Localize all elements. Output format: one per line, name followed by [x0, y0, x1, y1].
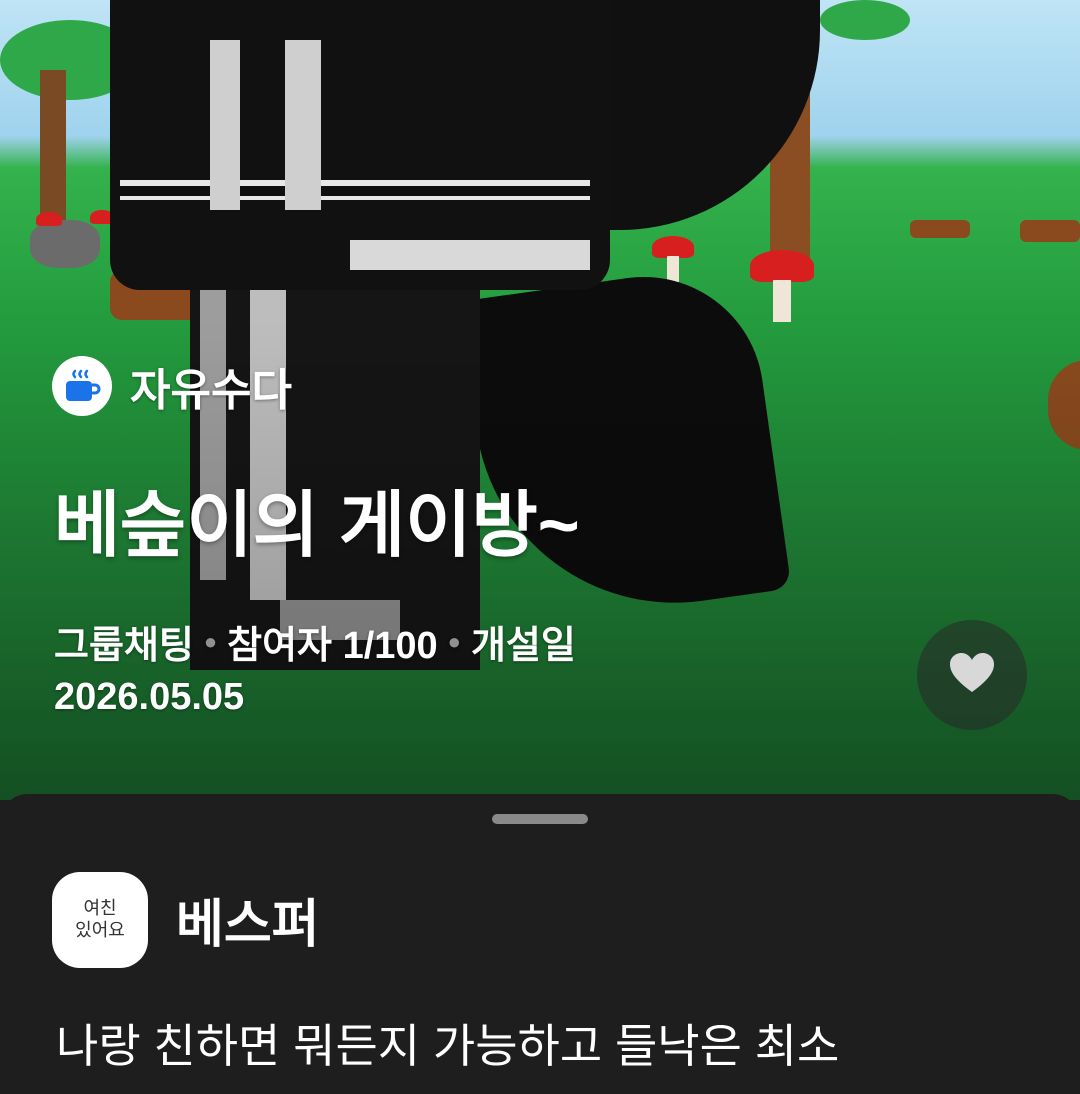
mushroom-cap [36, 212, 62, 226]
mushroom-stem [667, 256, 679, 282]
mushroom-cap [652, 236, 694, 258]
created-date: 2026.05.05 [54, 676, 245, 718]
mushroom-stem [773, 280, 791, 322]
participant-count: 참여자 1/100 [227, 625, 438, 667]
garment-stripe [285, 40, 321, 210]
room-meta: 그룹채팅 ● 참여자 1/100 ● 개설일 [54, 614, 576, 669]
room-title: 베슾이의 게이방~ [54, 486, 580, 566]
tree-canopy [820, 0, 910, 40]
log [910, 220, 970, 238]
owner-name[interactable]: 베스퍼 [176, 882, 320, 957]
avatar-text-line1: 여친 [83, 898, 117, 919]
garment-stripe [120, 180, 590, 186]
room-description: 나랑 친하면 뭐든지 가능하고 들낙은 최소 [56, 1020, 840, 1072]
drag-handle[interactable] [492, 814, 588, 824]
category-label: 자유수다 [130, 366, 292, 415]
like-button[interactable] [917, 620, 1027, 730]
heart-icon [948, 652, 996, 698]
chat-type: 그룹채팅 [54, 625, 194, 667]
rock [30, 220, 100, 268]
bottom-sheet[interactable]: 여친 있어요 베스퍼 나랑 친하면 뭐든지 가능하고 들낙은 최소 [0, 794, 1080, 1094]
mushroom-cap [750, 250, 814, 282]
separator-dot: ● [447, 628, 461, 654]
avatar-text-line2: 있어요 [75, 920, 125, 941]
coffee-cup-icon [52, 356, 112, 416]
garment-stripe [350, 240, 590, 270]
owner-avatar[interactable]: 여친 있어요 [52, 872, 148, 968]
room-category: 자유수다 [52, 354, 292, 418]
garment-stripe [210, 40, 240, 210]
garment-stripe [120, 196, 590, 200]
separator-dot: ● [203, 628, 218, 654]
log [1020, 220, 1080, 242]
created-label: 개설일 [470, 625, 576, 667]
